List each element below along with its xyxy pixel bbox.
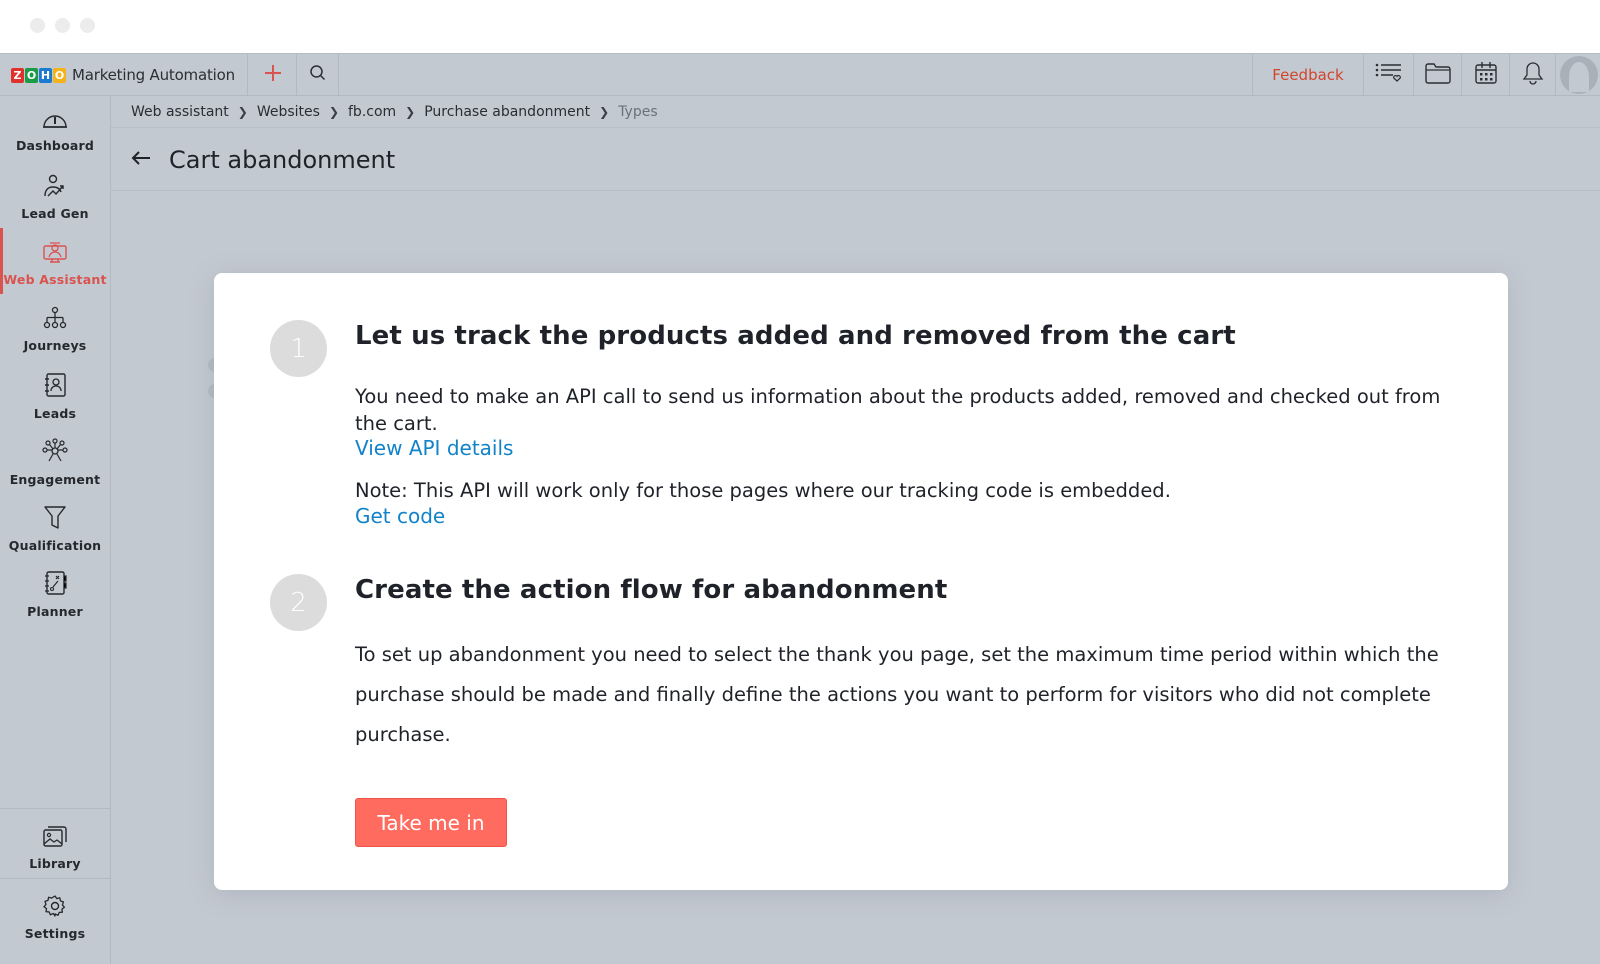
dashboard-gauge-icon	[42, 108, 68, 134]
logo-letter: Z	[11, 67, 24, 83]
view-api-details-link[interactable]: View API details	[355, 436, 513, 460]
gear-icon	[43, 894, 67, 922]
sidebar-divider	[0, 878, 110, 879]
library-images-icon	[42, 824, 68, 852]
calendar-button[interactable]	[1462, 54, 1510, 96]
step-number-badge: 2	[270, 574, 327, 631]
setup-card: 1 Let us track the products added and re…	[214, 273, 1508, 890]
window-titlebar	[0, 0, 1600, 53]
window-maximize-button[interactable]	[80, 18, 95, 33]
sidebar-divider	[0, 808, 110, 809]
folder-icon	[1424, 62, 1451, 88]
sidebar-item-planner[interactable]: Planner	[0, 558, 110, 624]
plus-icon	[263, 63, 283, 87]
lead-gen-icon	[42, 174, 68, 202]
sidebar-item-label: Journeys	[23, 338, 87, 353]
zoho-logo: Z O H O	[11, 67, 66, 83]
planner-icon	[42, 570, 68, 600]
sidebar: Dashboard Lead Gen Web Assistant Journey…	[0, 96, 111, 964]
sidebar-item-web-assistant[interactable]: Web Assistant	[0, 228, 110, 294]
favorites-list-button[interactable]	[1364, 54, 1414, 96]
favorites-list-icon	[1375, 62, 1403, 88]
breadcrumb-item[interactable]: fb.com	[348, 104, 396, 120]
sidebar-item-label: Settings	[24, 926, 86, 941]
bell-icon	[1522, 61, 1544, 89]
page-title: Cart abandonment	[169, 145, 396, 174]
chevron-right-icon: ❯	[237, 104, 248, 119]
sidebar-item-label: Qualification	[8, 538, 102, 553]
sidebar-item-journeys[interactable]: Journeys	[0, 294, 110, 360]
window-close-button[interactable]	[30, 18, 45, 33]
page-header: Cart abandonment	[111, 129, 1600, 191]
chevron-right-icon: ❯	[405, 104, 416, 119]
breadcrumb-item[interactable]: Web assistant	[131, 104, 229, 120]
step1-title: Let us track the products added and remo…	[355, 321, 1236, 351]
step1-description: You need to make an API call to send us …	[355, 385, 1441, 435]
step-number-badge: 1	[270, 320, 327, 377]
funnel-icon	[42, 504, 68, 534]
sidebar-item-label: Dashboard	[15, 138, 95, 153]
logo-letter: H	[39, 67, 52, 83]
sidebar-item-label: Engagement	[9, 472, 101, 487]
step1-note: Note: This API will work only for those …	[355, 479, 1171, 502]
feedback-button[interactable]: Feedback	[1252, 54, 1364, 96]
sidebar-item-label: Lead Gen	[21, 206, 89, 221]
app-name: Marketing Automation	[72, 66, 235, 84]
breadcrumb-item[interactable]: Purchase abandonment	[424, 104, 590, 120]
top-bar: Z O H O Marketing Automation Feedback	[0, 53, 1600, 96]
folder-button[interactable]	[1414, 54, 1462, 96]
sidebar-item-engagement[interactable]: Engagement	[0, 426, 110, 492]
take-me-in-button[interactable]: Take me in	[355, 798, 507, 847]
sidebar-item-lead-gen[interactable]: Lead Gen	[0, 162, 110, 228]
calendar-icon	[1474, 61, 1498, 89]
sidebar-item-label: Leads	[33, 406, 77, 421]
sidebar-item-label: Web Assistant	[3, 272, 107, 287]
step2-title: Create the action flow for abandonment	[355, 575, 948, 605]
engagement-icon	[42, 438, 68, 468]
breadcrumb: Web assistant ❯ Websites ❯ fb.com ❯ Purc…	[111, 96, 1600, 128]
notifications-button[interactable]	[1510, 54, 1556, 96]
app-container: Z O H O Marketing Automation Feedback Da…	[0, 53, 1600, 964]
sidebar-item-label: Library	[29, 856, 81, 871]
logo-letter: O	[53, 67, 66, 83]
breadcrumb-current: Types	[618, 103, 658, 120]
leads-contact-icon	[42, 372, 68, 402]
window-minimize-button[interactable]	[55, 18, 70, 33]
chevron-right-icon: ❯	[599, 104, 610, 119]
breadcrumb-item[interactable]: Websites	[257, 104, 320, 120]
sidebar-item-dashboard[interactable]: Dashboard	[0, 96, 110, 162]
sidebar-item-label: Planner	[27, 604, 83, 619]
sidebar-item-leads[interactable]: Leads	[0, 360, 110, 426]
sidebar-item-qualification[interactable]: Qualification	[0, 492, 110, 558]
avatar[interactable]	[1560, 56, 1598, 94]
arrow-left-icon	[131, 150, 151, 170]
search-button[interactable]	[297, 54, 339, 96]
search-icon	[309, 64, 327, 86]
add-button[interactable]	[249, 54, 297, 96]
chevron-right-icon: ❯	[328, 104, 339, 119]
web-assistant-icon	[42, 240, 68, 268]
sidebar-item-settings[interactable]: Settings	[0, 882, 110, 948]
get-code-link[interactable]: Get code	[355, 504, 445, 528]
logo-letter: O	[25, 67, 38, 83]
back-button[interactable]	[129, 148, 153, 172]
brand[interactable]: Z O H O Marketing Automation	[0, 54, 248, 96]
sidebar-item-library[interactable]: Library	[0, 812, 110, 878]
journeys-icon	[42, 306, 68, 334]
step2-description: To set up abandonment you need to select…	[355, 643, 1439, 746]
